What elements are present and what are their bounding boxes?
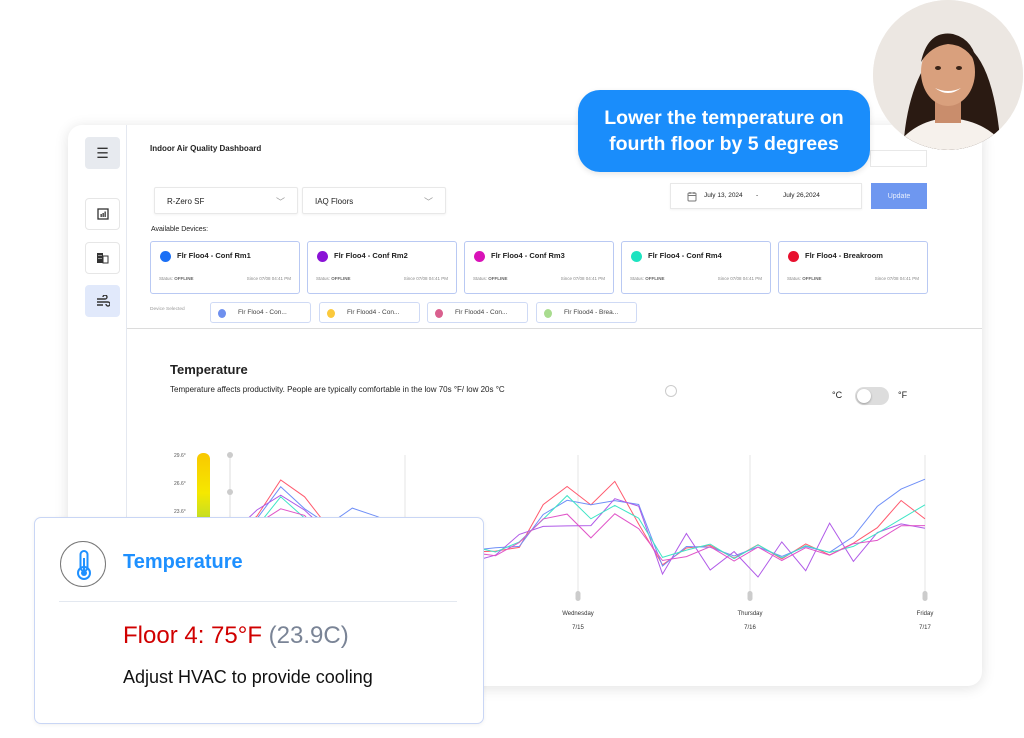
- thermometer-icon: [60, 541, 106, 587]
- range-slider-handle[interactable]: [227, 489, 233, 495]
- x-tick-date: 7/17: [919, 625, 931, 631]
- timeline-handle[interactable]: [922, 591, 928, 601]
- timeline-handle[interactable]: [575, 591, 581, 601]
- chat-message-bubble: Lower the temperature on fourth floor by…: [578, 90, 870, 172]
- range-slider-handle[interactable]: [227, 452, 233, 458]
- x-tick-day: Thursday: [737, 611, 762, 617]
- user-avatar: [873, 0, 1023, 150]
- y-tick-label: 23.6°: [174, 509, 186, 515]
- alert-action: Adjust HVAC to provide cooling: [123, 667, 373, 687]
- alert-title: Temperature: [123, 551, 243, 573]
- x-tick-day: Friday: [917, 611, 934, 617]
- x-tick-day: Wednesday: [562, 611, 594, 617]
- x-tick-date: 7/15: [572, 625, 584, 631]
- y-tick-label: 29.6°: [174, 453, 186, 459]
- timeline-handle[interactable]: [747, 591, 753, 601]
- divider: [59, 601, 457, 602]
- alert-reading: Floor 4: 75°F: [123, 622, 262, 649]
- x-tick-date: 7/16: [744, 625, 756, 631]
- alert-reading-celsius: (23.9C): [268, 622, 349, 649]
- temperature-alert-card: Temperature Floor 4: 75°F (23.9C) Adjust…: [34, 517, 484, 724]
- person-photo: [873, 0, 1023, 150]
- y-tick-label: 26.6°: [174, 481, 186, 487]
